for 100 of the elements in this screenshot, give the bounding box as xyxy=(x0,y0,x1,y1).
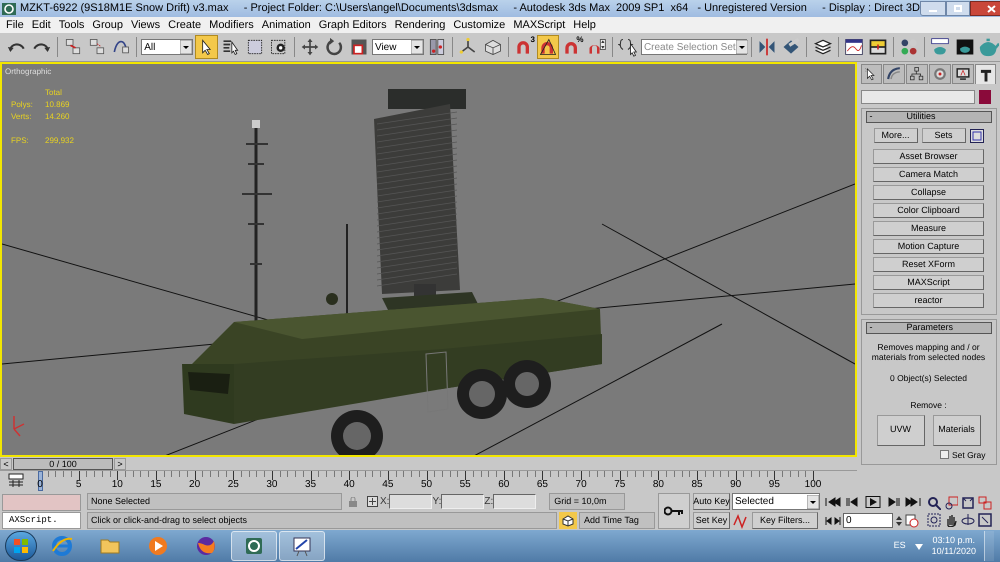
monitor-tab[interactable] xyxy=(952,64,974,84)
z-coordinate-field[interactable] xyxy=(493,494,536,509)
parameters-rollout-header[interactable]: - Parameters xyxy=(866,322,992,334)
play-icon[interactable] xyxy=(865,496,881,508)
utility-button[interactable]: Collapse xyxy=(873,185,984,200)
maximize-viewport-icon[interactable] xyxy=(978,512,992,526)
utility-button[interactable]: Motion Capture xyxy=(873,239,984,254)
menu-item[interactable]: Rendering xyxy=(390,18,450,32)
name-field[interactable] xyxy=(860,90,974,104)
menu-item[interactable]: MAXScript xyxy=(509,18,570,32)
time-slider-thumb[interactable]: 0 / 100 xyxy=(13,458,113,470)
menu-item[interactable]: File xyxy=(2,18,28,32)
utility-button[interactable]: Camera Match xyxy=(873,167,984,182)
menu-item[interactable]: Group xyxy=(88,18,127,32)
menu-item[interactable]: Help xyxy=(569,18,600,32)
start-button[interactable] xyxy=(5,531,37,561)
menu-item[interactable]: Animation xyxy=(258,18,315,32)
minimize-button[interactable] xyxy=(920,1,946,16)
utility-button[interactable]: reactor xyxy=(873,293,984,308)
named-selection-field[interactable]: Create Selection Set xyxy=(640,39,747,55)
zoom-icon[interactable] xyxy=(927,496,941,510)
utility-button[interactable]: Asset Browser xyxy=(873,149,984,164)
zoom-region-icon[interactable] xyxy=(927,512,941,526)
frame-number: 85 xyxy=(691,479,703,491)
clock-date[interactable]: 10/11/2020 xyxy=(932,546,976,557)
braces-pointer-icon xyxy=(618,37,638,57)
more-button[interactable]: More... xyxy=(874,128,918,143)
frame-number: 100 xyxy=(804,479,822,491)
utility-button[interactable]: MAXScript xyxy=(873,275,984,290)
orbit-icon[interactable] xyxy=(961,512,975,526)
stat-label: FPS: xyxy=(11,135,30,147)
selection-count: 0 Object(s) Selected xyxy=(890,372,967,385)
key-mode-dropdown[interactable]: Selected xyxy=(732,493,820,510)
utilities-rollout-header[interactable]: - Utilities xyxy=(866,111,992,123)
tray-expand-icon[interactable] xyxy=(914,541,924,551)
menu-item[interactable]: Create xyxy=(164,18,206,32)
go-to-end-icon[interactable] xyxy=(905,496,921,508)
menu-item[interactable]: Edit xyxy=(28,18,55,32)
hierarchy-tab[interactable] xyxy=(906,64,928,84)
time-tag-field[interactable]: Add Time Tag xyxy=(579,512,655,529)
key-filters-button[interactable]: Key Filters... xyxy=(752,512,818,529)
arc-tab[interactable] xyxy=(883,64,906,84)
frame-number: 95 xyxy=(768,479,780,491)
grid-size-status: Grid = 10,0m xyxy=(549,493,626,510)
frame-number: 90 xyxy=(730,479,742,491)
track-bar-icon[interactable] xyxy=(7,473,25,487)
cube-icon xyxy=(562,514,574,526)
x-coordinate-field[interactable] xyxy=(389,494,432,509)
monitor-icon xyxy=(954,66,971,82)
menu-item[interactable]: Views xyxy=(126,18,164,32)
time-tag-button[interactable] xyxy=(559,512,577,529)
transform-mode-icon[interactable] xyxy=(367,496,378,507)
g-logo-icon xyxy=(243,535,265,557)
selection-filter-dropdown[interactable]: All xyxy=(141,39,194,55)
taskbar-app-button[interactable] xyxy=(279,531,325,561)
zoom-all-icon[interactable] xyxy=(944,496,958,510)
current-frame-field[interactable]: 0 xyxy=(843,513,893,528)
frame-number: 75 xyxy=(614,479,626,491)
option-checkbox[interactable] xyxy=(940,450,949,460)
menu-item[interactable]: Graph Editors xyxy=(314,18,391,32)
y-coordinate-field[interactable] xyxy=(441,494,484,509)
next-frame-button[interactable]: > xyxy=(114,458,126,470)
auto-key-button[interactable]: Auto Key xyxy=(693,493,730,510)
close-button[interactable] xyxy=(970,1,1000,16)
menu-item[interactable]: Tools xyxy=(54,18,88,32)
percent-magnet-button[interactable]: % xyxy=(561,35,584,59)
time-configuration-icon[interactable] xyxy=(905,514,919,528)
utility-button[interactable]: Reset XForm xyxy=(873,257,984,272)
maxscript-field[interactable]: AXScript. xyxy=(2,512,81,528)
frame-number: 50 xyxy=(420,479,432,491)
utility-button[interactable]: Color Clipboard xyxy=(873,203,984,218)
utility-button[interactable]: Measure xyxy=(873,221,984,236)
cursor-sparkle-tab[interactable] xyxy=(860,64,882,84)
menu-item[interactable]: Customize xyxy=(449,18,510,32)
snap-type-label: 3 xyxy=(530,35,535,44)
taskbar-app-button[interactable] xyxy=(231,531,277,561)
pointer-button[interactable] xyxy=(195,35,218,59)
angle-magnet-button[interactable] xyxy=(536,35,560,59)
zoom-extents-icon[interactable] xyxy=(961,496,975,510)
go-to-start-icon[interactable] xyxy=(825,496,841,508)
app-icon xyxy=(1,2,17,16)
reference-coordinate-dropdown[interactable]: View xyxy=(372,39,424,55)
remove-option-button[interactable]: Materials xyxy=(932,414,980,446)
previous-frame-button[interactable]: < xyxy=(0,458,12,470)
key-mode-icon[interactable] xyxy=(825,514,841,526)
set-key-button[interactable]: Set Key xyxy=(693,512,730,529)
configure-icon[interactable] xyxy=(970,128,984,142)
window-title: MZKT-6922 (9S18M1E Snow Drift) v3.max - Project Folder: C:\Users\angel\Documents\3dsmax - Autodesk 3ds Max 2009 SP1 x64 - Unregistered Version - Display : Direct 3D xyxy=(20,1,920,16)
remove-option-button[interactable]: UVW xyxy=(876,414,924,446)
color-swatch[interactable] xyxy=(978,90,990,104)
sets-button[interactable]: Sets xyxy=(922,128,966,143)
key-icon xyxy=(664,506,684,516)
listener-field[interactable] xyxy=(2,494,81,510)
set-keys-button[interactable] xyxy=(658,493,690,529)
magnet-button[interactable]: 3 xyxy=(512,35,535,59)
mirror-icon xyxy=(757,37,778,57)
spinner-icon[interactable] xyxy=(895,514,903,528)
maximize-button[interactable] xyxy=(946,1,970,16)
menu-item[interactable]: Modifiers xyxy=(205,18,258,32)
caret-icon xyxy=(410,40,423,54)
